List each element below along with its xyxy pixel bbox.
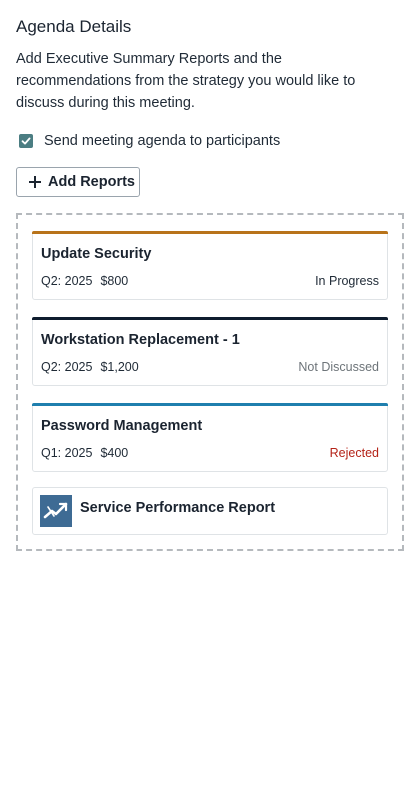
report-card[interactable]: Workstation Replacement - 1 Q2: 2025 $1,2…: [32, 317, 388, 386]
chart-arrow-icon: [43, 502, 68, 519]
card-status: Not Discussed: [298, 360, 379, 374]
card-status: Rejected: [329, 446, 379, 460]
checkmark-icon: [21, 137, 31, 145]
service-performance-report-card[interactable]: Service Performance Report: [32, 487, 388, 535]
report-title: Service Performance Report: [80, 500, 276, 516]
send-agenda-option[interactable]: Send meeting agenda to participants: [16, 130, 404, 152]
card-quarter: Q2: 2025: [41, 360, 93, 374]
card-amount: $1,200: [100, 360, 139, 374]
card-title: Update Security: [41, 246, 152, 262]
agenda-details-panel: Agenda Details Add Executive Summary Rep…: [16, 16, 404, 551]
card-amount: $400: [100, 446, 129, 460]
reports-dropzone[interactable]: Update Security Q2: 2025 $800 In Progress…: [16, 213, 404, 551]
plus-icon: [29, 176, 41, 188]
card-title: Password Management: [41, 418, 203, 434]
card-title: Workstation Replacement - 1: [41, 332, 240, 348]
add-reports-button[interactable]: Add Reports: [16, 167, 140, 197]
card-quarter: Q2: 2025: [41, 274, 93, 288]
report-card[interactable]: Password Management Q1: 2025 $400 Rejecte…: [32, 403, 388, 472]
report-card[interactable]: Update Security Q2: 2025 $800 In Progress: [32, 231, 388, 300]
send-agenda-label: Send meeting agenda to participants: [44, 133, 281, 149]
section-title: Agenda Details: [16, 17, 132, 36]
add-reports-label: Add Reports: [48, 174, 135, 190]
send-agenda-checkbox[interactable]: [19, 134, 33, 148]
card-status: In Progress: [315, 274, 379, 288]
card-amount: $800: [100, 274, 129, 288]
report-logo-icon: [40, 495, 72, 527]
section-description: Add Executive Summary Reports and the re…: [16, 51, 356, 111]
card-quarter: Q1: 2025: [41, 446, 93, 460]
